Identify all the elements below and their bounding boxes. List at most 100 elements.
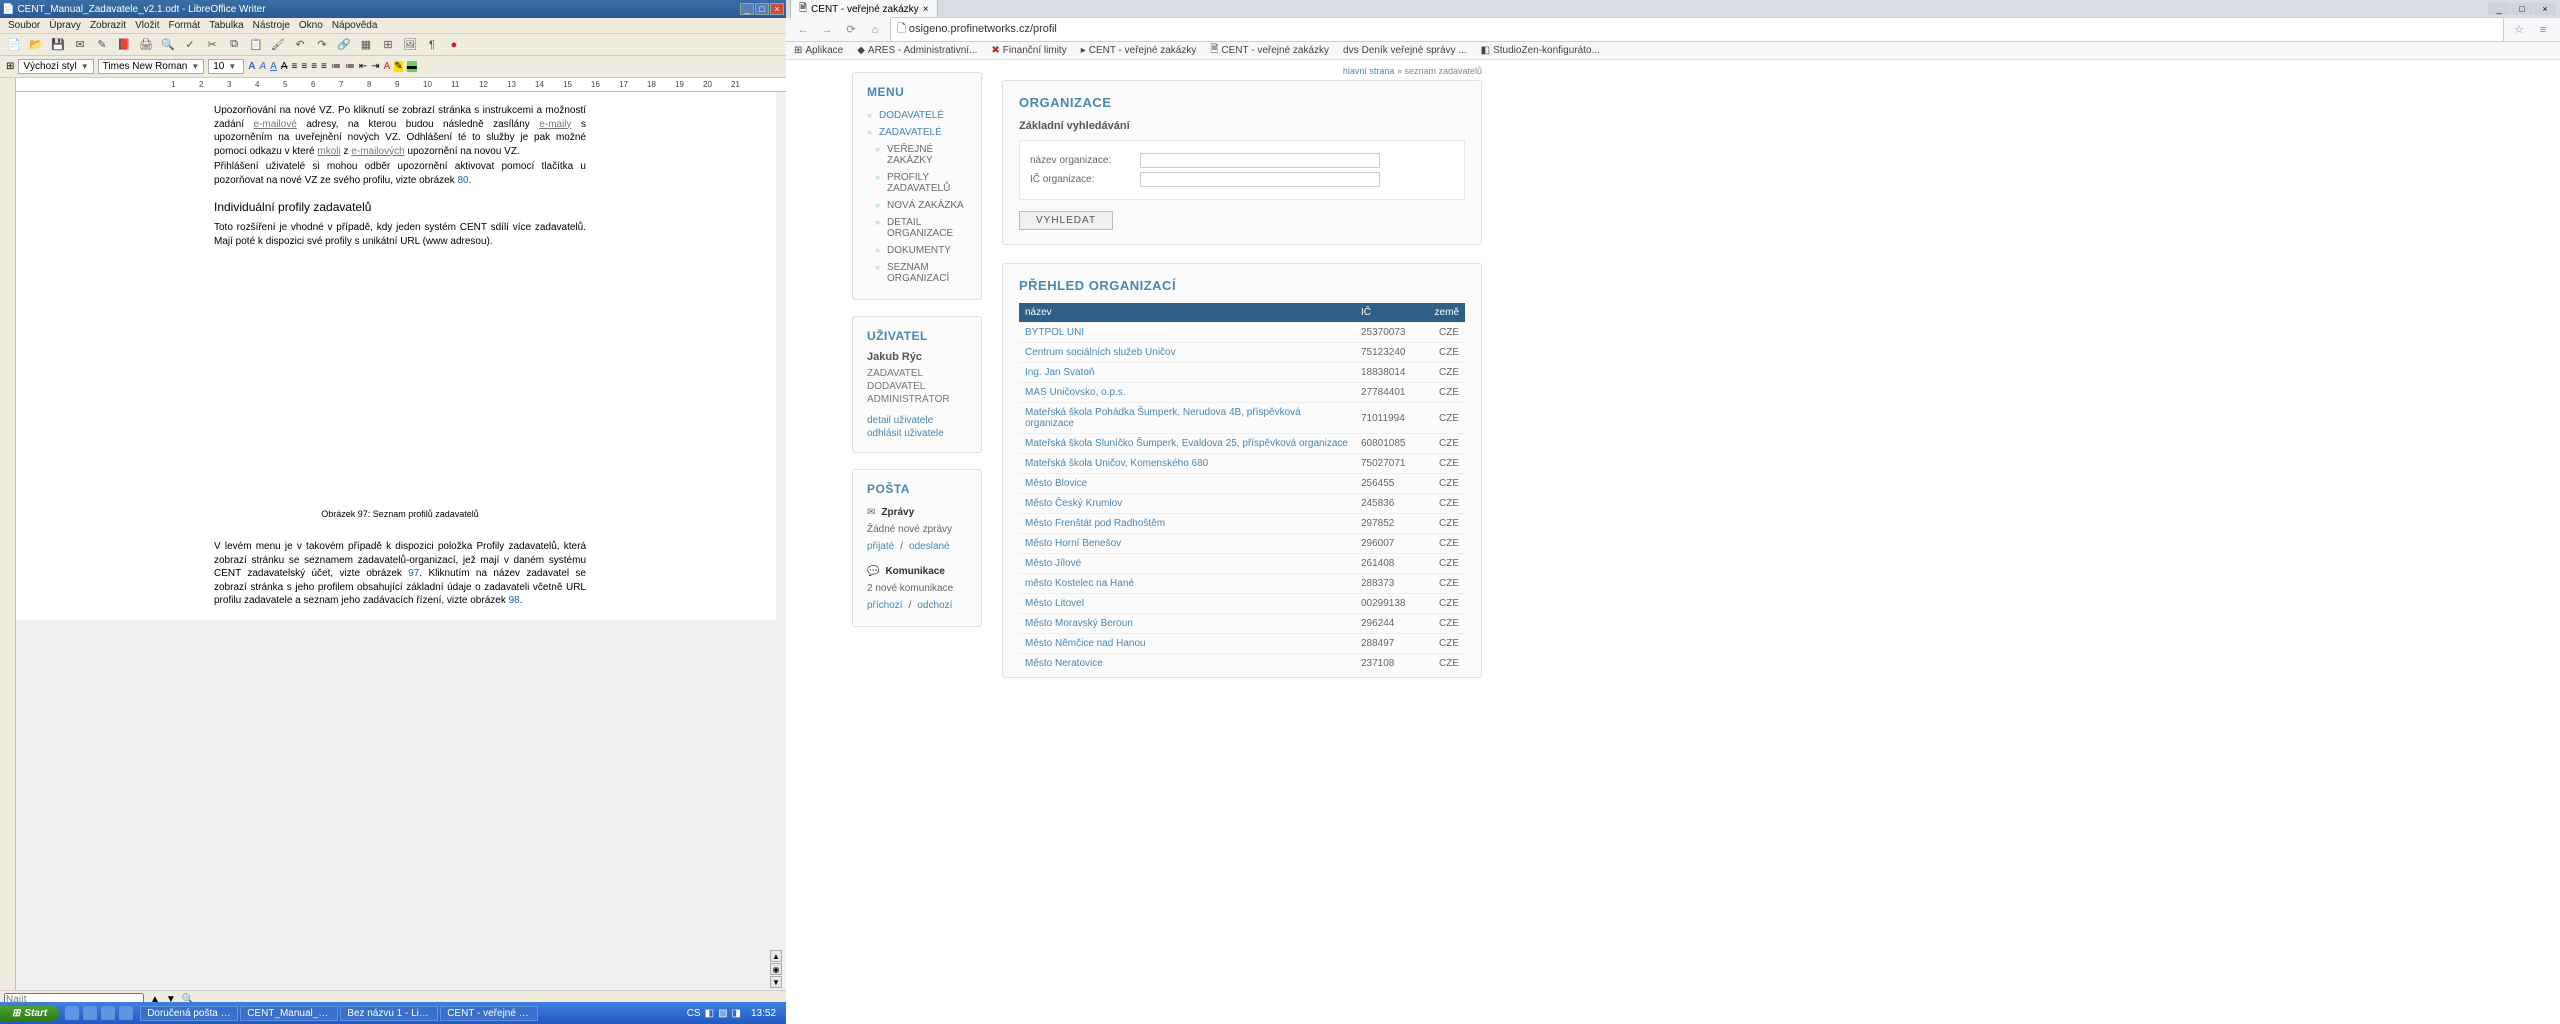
address-bar[interactable]: 🗋 osigeno.profinetworks.cz/profil (890, 17, 2504, 42)
th-zeme[interactable]: země (1425, 303, 1465, 323)
preview-icon[interactable]: 🔍 (160, 37, 176, 53)
bookmark-item[interactable]: ⊞Aplikace (794, 45, 843, 56)
highlight-icon[interactable]: ✎ (394, 61, 402, 72)
org-link[interactable]: Město Horní Benešov (1025, 538, 1121, 549)
format-paintbrush-icon[interactable]: 🖌 (270, 37, 286, 53)
menu-item[interactable]: SEZNAM ORGANIZACÍ (867, 259, 967, 287)
font-size-select[interactable]: 10▼ (208, 59, 244, 74)
strikethrough-icon[interactable]: A (281, 61, 288, 72)
input-ic[interactable] (1140, 172, 1380, 187)
quicklaunch-icon[interactable] (83, 1006, 97, 1020)
document-area[interactable]: Upozorňování na nové VZ. Po kliknutí se … (16, 92, 786, 990)
body-text[interactable]: Upozorňování na nové VZ. Po kliknutí se … (214, 104, 586, 158)
scroll-target-icon[interactable]: ◉ (770, 963, 782, 975)
bookmark-item[interactable]: ◧StudioZen-konfiguráto... (1481, 45, 1600, 56)
menu-napoveda[interactable]: Nápověda (332, 20, 378, 31)
body-text[interactable]: Přihlášení uživatelé si mohou odběr upoz… (214, 160, 586, 187)
org-link[interactable]: Mateřská škola Uničov, Komenského 680 (1025, 458, 1208, 469)
reload-button[interactable]: ⟳ (842, 21, 860, 39)
align-right-icon[interactable]: ≡ (311, 61, 317, 72)
org-link[interactable]: Město Jílové (1025, 558, 1081, 569)
underline-icon[interactable]: A (270, 61, 277, 72)
menu-item[interactable]: ZADAVATELÉ (867, 124, 967, 141)
bullets-icon[interactable]: ≔ (331, 61, 341, 72)
org-link[interactable]: Město Český Krumlov (1025, 498, 1122, 509)
th-ic[interactable]: IČ (1355, 303, 1425, 323)
taskbar-item[interactable]: Doručená pošta - Out... (140, 1006, 238, 1021)
user-detail-link[interactable]: detail uživatele (867, 415, 933, 426)
menu-zobrazit[interactable]: Zobrazit (90, 20, 126, 31)
copy-icon[interactable]: ⧉ (226, 37, 242, 53)
table-icon[interactable]: ▦ (358, 37, 374, 53)
align-left-icon[interactable]: ≡ (292, 61, 298, 72)
save-icon[interactable]: 💾 (50, 37, 66, 53)
menu-item[interactable]: DODAVATELÉ (867, 107, 967, 124)
org-link[interactable]: Mateřská škola Sluníčko Šumperk, Evaldov… (1025, 438, 1348, 449)
input-nazev[interactable] (1140, 153, 1380, 168)
mail-icon[interactable]: ✉ (72, 37, 88, 53)
figure-caption[interactable]: Obrázek 97: Seznam profilů zadavatelů (214, 508, 586, 520)
org-link[interactable]: BYTPOL UNI (1025, 327, 1084, 338)
tray-lang[interactable]: CS (687, 1008, 701, 1019)
undo-icon[interactable]: ↶ (292, 37, 308, 53)
open-icon[interactable]: 📂 (28, 37, 44, 53)
tray-icon[interactable]: ◧ (705, 1008, 714, 1019)
back-button[interactable]: ← (794, 21, 812, 39)
menu-item[interactable]: NOVÁ ZAKÁZKA (867, 197, 967, 214)
bookmark-item[interactable]: ✖Finanční limity (991, 45, 1066, 56)
org-link[interactable]: Město Frenštát pod Radhoštěm (1025, 518, 1165, 529)
paste-icon[interactable]: 📋 (248, 37, 264, 53)
paragraph-style-select[interactable]: Výchozí styl▼ (18, 59, 93, 74)
bookmark-star-icon[interactable]: ☆ (2510, 21, 2528, 39)
org-link[interactable]: město Kostelec na Hané (1025, 578, 1134, 589)
org-link[interactable]: Mateřská škola Pohádka Šumperk, Nerudova… (1025, 407, 1301, 429)
body-text[interactable]: Toto rozšíření je vhodné v případě, kdy … (214, 221, 586, 248)
hyperlink-icon[interactable]: 🔗 (336, 37, 352, 53)
org-link[interactable]: Město Neratovice (1025, 658, 1103, 669)
background-color-icon[interactable]: ▬ (407, 61, 417, 72)
increase-indent-icon[interactable]: ⇥ (371, 61, 379, 72)
tray-icon[interactable]: ◨ (732, 1008, 741, 1019)
menu-format[interactable]: Formát (169, 20, 201, 31)
minimize-button[interactable]: _ (2488, 3, 2510, 15)
font-name-select[interactable]: Times New Roman▼ (98, 59, 205, 74)
decrease-indent-icon[interactable]: ⇤ (359, 61, 367, 72)
nonprinting-icon[interactable]: ¶ (424, 37, 440, 53)
styles-icon[interactable]: ⊞ (6, 61, 14, 72)
taskbar-item[interactable]: Bez názvu 1 - LibreOf... (340, 1006, 438, 1021)
align-center-icon[interactable]: ≡ (301, 61, 307, 72)
org-link[interactable]: Město Moravský Beroun (1025, 618, 1133, 629)
scroll-down-icon[interactable]: ▼ (770, 976, 782, 988)
taskbar-item[interactable]: CENT - veřejné zakáz... (440, 1006, 538, 1021)
prijate-link[interactable]: přijaté (867, 541, 894, 552)
org-link[interactable]: Město Litovel (1025, 598, 1084, 609)
menu-item[interactable]: DETAIL ORGANIZACE (867, 214, 967, 242)
maximize-button[interactable]: □ (755, 3, 769, 15)
tray-icon[interactable]: ▧ (718, 1008, 727, 1019)
cut-icon[interactable]: ✂ (204, 37, 220, 53)
horizontal-ruler[interactable]: 123456789101112131415161718192021 (16, 78, 786, 92)
close-button[interactable]: × (770, 3, 784, 15)
new-icon[interactable]: 📄 (6, 37, 22, 53)
menu-vlozit[interactable]: Vložit (135, 20, 159, 31)
align-justify-icon[interactable]: ≡ (321, 61, 327, 72)
print-icon[interactable]: 🖨 (138, 37, 154, 53)
bookmark-item[interactable]: ▸CENT - veřejné zakázky (1081, 45, 1197, 56)
menu-upravy[interactable]: Úpravy (49, 20, 81, 31)
maximize-button[interactable]: □ (2511, 3, 2533, 15)
quicklaunch-icon[interactable] (101, 1006, 115, 1020)
menu-item[interactable]: DOKUMENTY (867, 242, 967, 259)
bookmark-item[interactable]: dvsDeník veřejné správy ... (1343, 45, 1467, 56)
numbering-icon[interactable]: ≔ (345, 61, 355, 72)
prichozi-link[interactable]: příchozí (867, 600, 903, 611)
bookmark-item[interactable]: 🗎CENT - veřejné zakázky (1210, 42, 1329, 59)
record-icon[interactable]: ● (446, 37, 462, 53)
bold-icon[interactable]: A (248, 61, 255, 72)
redo-icon[interactable]: ↷ (314, 37, 330, 53)
menu-item[interactable]: PROFILY ZADAVATELŮ (867, 169, 967, 197)
gallery-icon[interactable]: 🖼 (402, 37, 418, 53)
navigator-icon[interactable]: ⊞ (380, 37, 396, 53)
odeslane-link[interactable]: odeslané (909, 541, 950, 552)
menu-soubor[interactable]: Soubor (8, 20, 40, 31)
quicklaunch-icon[interactable] (119, 1006, 133, 1020)
